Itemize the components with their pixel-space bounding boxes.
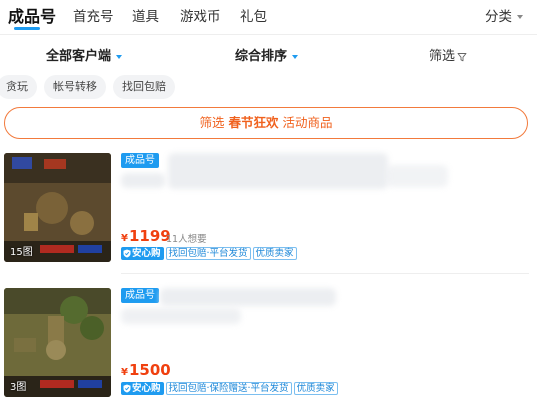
safe-purchase-label: 安心购 — [132, 383, 161, 394]
price-value: 1199 — [128, 227, 171, 245]
listing-thumbnail[interactable]: 15图 — [4, 153, 111, 262]
chevron-down-icon — [292, 54, 299, 59]
sort-order-label: 综合排序 — [235, 49, 288, 64]
blurred-title-block — [168, 153, 388, 189]
promo-prefix: 筛选 — [199, 115, 225, 130]
listing-tags: 安心购 找回包赔·保险赠送·平台发货 优质卖家 — [121, 382, 338, 395]
safe-purchase-badge: 安心购 — [121, 247, 164, 260]
quality-seller-tag: 优质卖家 — [293, 382, 338, 395]
listing-card[interactable]: 15图 成品号 ¥1199 11人想要 安心购 找回包赔·平台发货 优质卖家 — [0, 153, 537, 274]
card-divider — [121, 273, 529, 274]
tab-items[interactable]: 道具 — [132, 5, 159, 25]
promo-highlight: 春节狂欢 — [228, 115, 279, 130]
top-tab-bar: 成品号 首充号 道具 游戏币 礼包 分类 — [0, 0, 537, 34]
tab-game-currency[interactable]: 游戏币 — [180, 5, 221, 25]
blurred-title-tail — [386, 165, 448, 187]
chevron-down-icon — [116, 54, 123, 59]
price: ¥1500 — [121, 361, 171, 379]
category-label: 分类 — [485, 9, 512, 25]
finished-account-badge: 成品号 — [121, 153, 159, 168]
quality-seller-tag: 优质卖家 — [252, 247, 297, 260]
chip-recovery-compensation[interactable]: 找回包赔 — [113, 75, 175, 99]
image-count: 15图 — [10, 247, 33, 258]
blurred-title-block — [121, 308, 241, 324]
filter-button[interactable]: 筛选 — [429, 45, 467, 64]
promo-filter-banner[interactable]: 筛选 春节狂欢 活动商品 — [4, 107, 528, 139]
funnel-icon — [457, 52, 467, 61]
sort-filter-bar: 全部客户端 综合排序 筛选 — [0, 36, 537, 70]
shield-check-icon — [123, 384, 131, 393]
service-tag: 找回包赔·保险赠送·平台发货 — [165, 382, 292, 395]
finished-account-badge: 成品号 — [121, 288, 159, 303]
promo-suffix: 活动商品 — [282, 115, 333, 130]
shield-check-icon — [123, 249, 131, 258]
blurred-title-line — [121, 173, 165, 188]
chip-account-transfer[interactable]: 帐号转移 — [44, 75, 106, 99]
service-tag: 找回包赔·平台发货 — [165, 247, 251, 260]
safe-purchase-label: 安心购 — [132, 248, 161, 259]
tab-finished-account[interactable]: 成品号 — [8, 3, 56, 27]
chip-tanwan[interactable]: 贪玩 — [0, 75, 37, 99]
image-count: 3图 — [10, 382, 27, 393]
price: ¥1199 — [121, 227, 171, 245]
wants-count: 11人想要 — [166, 234, 207, 245]
active-tab-indicator — [14, 27, 40, 30]
blurred-title-line — [160, 288, 336, 306]
client-filter-label: 全部客户端 — [46, 49, 112, 64]
tab-first-recharge-account[interactable]: 首充号 — [73, 5, 114, 25]
chevron-down-icon — [517, 15, 523, 19]
price-value: 1500 — [128, 361, 171, 379]
currency-symbol: ¥ — [121, 367, 128, 378]
listing-tags: 安心购 找回包赔·平台发货 优质卖家 — [121, 247, 297, 260]
listing-thumbnail[interactable]: 3图 — [4, 288, 111, 397]
currency-symbol: ¥ — [121, 233, 128, 244]
category-dropdown[interactable]: 分类 — [485, 5, 523, 25]
nav-divider — [0, 34, 537, 35]
client-filter-dropdown[interactable]: 全部客户端 — [46, 45, 123, 64]
filter-label: 筛选 — [429, 49, 456, 64]
listing-card[interactable]: 3图 成品号 ¥1500 安心购 找回包赔·保险赠送·平台发货 优质卖家 — [0, 288, 537, 403]
tab-gift-packs[interactable]: 礼包 — [240, 5, 267, 25]
sort-order-dropdown[interactable]: 综合排序 — [235, 45, 299, 64]
safe-purchase-badge: 安心购 — [121, 382, 164, 395]
